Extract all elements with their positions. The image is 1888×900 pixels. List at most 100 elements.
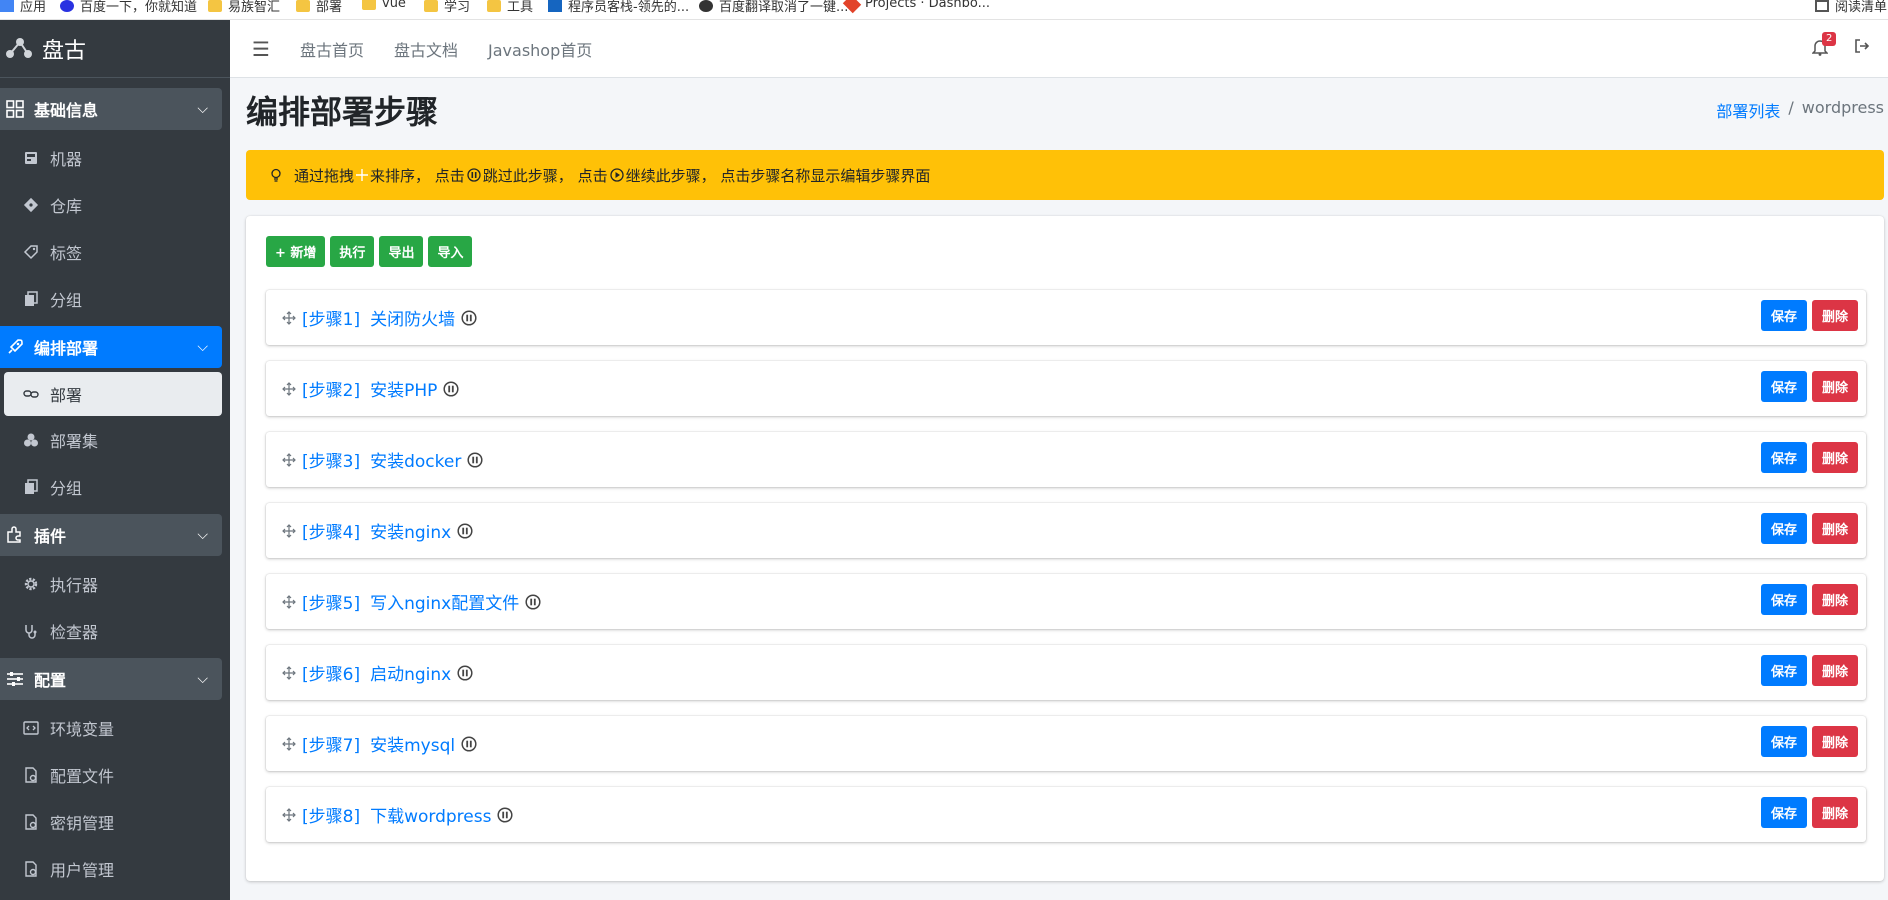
sidebar-item-checker[interactable]: 检查器 [0, 607, 230, 654]
delete-button[interactable]: 删除 [1811, 655, 1858, 686]
step-title-link[interactable]: [步骤8] 下载wordpress [302, 802, 491, 827]
logout-icon[interactable] [1854, 38, 1870, 58]
step-actions: 保存 删除 [1760, 371, 1858, 402]
nav-link-home[interactable]: 盘古首页 [300, 37, 364, 61]
pause-circle-icon[interactable] [497, 806, 514, 823]
delete-button[interactable]: 删除 [1811, 797, 1858, 828]
drag-handle-icon[interactable] [282, 594, 296, 609]
export-button[interactable]: 导出 [379, 236, 424, 267]
pause-circle-icon[interactable] [461, 735, 477, 752]
sidebar-item-label: 部署 [50, 386, 83, 405]
brand[interactable]: 盘古 [0, 20, 230, 78]
drag-handle-icon[interactable] [282, 523, 296, 538]
sidebar-item-executor[interactable]: 执行器 [0, 560, 230, 607]
step-title-link[interactable]: [步骤3] 安装docker [302, 447, 461, 472]
lightbulb-icon [268, 167, 284, 183]
step-actions: 保存 删除 [1760, 584, 1858, 615]
sidebar-item-repository[interactable]: 仓库 [0, 181, 230, 228]
sidebar-item-machines[interactable]: 机器 [0, 134, 230, 181]
save-button[interactable]: 保存 [1760, 726, 1807, 757]
step-name: 安装docker [370, 452, 462, 472]
drag-handle-icon[interactable] [282, 807, 296, 822]
pause-circle-icon[interactable] [525, 593, 541, 610]
sidebar-group-config[interactable]: 配置 ⌵ [0, 658, 222, 700]
save-button[interactable]: 保存 [1760, 655, 1807, 686]
steps-card: + 新增 执行 导出 导入 [步骤1] 关闭防火墙 保存 删除 [步骤2] 安装PH… [246, 216, 1884, 881]
bookmark-reading-list[interactable]: 阅读清单 [1815, 0, 1887, 15]
delete-button[interactable]: 删除 [1811, 513, 1858, 544]
tag-icon [22, 243, 40, 261]
step-title-link[interactable]: [步骤6] 启动nginx [302, 660, 451, 685]
bookmark-gitlab[interactable]: Projects · Dashbo... [842, 0, 990, 13]
bookmark-folder-4[interactable]: 学习 [424, 0, 470, 15]
puzzle-icon [6, 526, 24, 544]
nav-link-docs[interactable]: 盘古文档 [394, 37, 458, 61]
step-row: [步骤6] 启动nginx 保存 删除 [266, 645, 1866, 700]
run-button[interactable]: 执行 [330, 236, 375, 267]
sidebar-item-tags[interactable]: 标签 [0, 228, 230, 275]
pause-circle-icon[interactable] [461, 309, 477, 326]
git-icon [22, 196, 40, 214]
pause-circle-icon[interactable] [467, 451, 483, 468]
save-button[interactable]: 保存 [1760, 300, 1807, 331]
page-title: 编排部署步骤 [246, 93, 439, 131]
drag-handle-icon[interactable] [282, 665, 296, 680]
folder-icon [424, 0, 438, 12]
step-title-link[interactable]: [步骤7] 安装mysql [302, 731, 455, 756]
menu-toggle-icon[interactable]: ☰ [252, 37, 270, 61]
sidebar-item-deploy-set[interactable]: 部署集 [0, 416, 230, 463]
breadcrumb-separator: / [1788, 98, 1794, 117]
drag-handle-icon[interactable] [282, 736, 296, 751]
sidebar-item-users[interactable]: 用户管理 [0, 845, 230, 892]
bookmark-github[interactable]: 百度翻译取消了一键... [699, 0, 848, 15]
sidebar-item-secrets[interactable]: 密钥管理 [0, 798, 230, 845]
bookmark-proginn[interactable]: 程序员客栈-领先的... [548, 0, 689, 15]
pause-circle-icon[interactable] [457, 664, 473, 681]
bookmark-folder-2[interactable]: 部署 [296, 0, 342, 15]
sidebar-item-env-vars[interactable]: 环境变量 [0, 704, 230, 751]
delete-button[interactable]: 删除 [1811, 371, 1858, 402]
delete-button[interactable]: 删除 [1811, 442, 1858, 473]
sidebar-item-config-files[interactable]: 配置文件 [0, 751, 230, 798]
save-button[interactable]: 保存 [1760, 442, 1807, 473]
sidebar-item-deploy[interactable]: 部署 [4, 372, 222, 416]
delete-button[interactable]: 删除 [1811, 584, 1858, 615]
step-title-link[interactable]: [步骤4] 安装nginx [302, 518, 451, 543]
folder-icon [362, 0, 376, 10]
bookmark-folder-3[interactable]: vue [362, 0, 406, 11]
bookmark-icon [548, 0, 562, 12]
notification-badge: 2 [1822, 32, 1837, 46]
drag-handle-icon[interactable] [282, 310, 296, 325]
bookmark-apps[interactable]: 应用 [0, 0, 46, 15]
step-row: [步骤4] 安装nginx 保存 删除 [266, 503, 1866, 558]
add-step-button[interactable]: + 新增 [266, 236, 326, 267]
step-title-link[interactable]: [步骤1] 关闭防火墙 [302, 305, 455, 330]
nav-link-javashop[interactable]: Javashop首页 [488, 37, 592, 61]
notifications-button[interactable]: 2 [1811, 32, 1837, 58]
pause-circle-icon[interactable] [443, 380, 459, 397]
sidebar-group-basic-info[interactable]: 基础信息 ⌵ [0, 88, 222, 130]
import-button[interactable]: 导入 [428, 236, 473, 267]
step-actions: 保存 删除 [1760, 513, 1858, 544]
save-button[interactable]: 保存 [1760, 513, 1807, 544]
cubes-icon [22, 431, 40, 449]
delete-button[interactable]: 删除 [1811, 726, 1858, 757]
bookmark-folder-1[interactable]: 易族智汇 [208, 0, 280, 15]
sidebar-group-orchestration[interactable]: 编排部署 ⌵ [0, 326, 222, 368]
drag-handle-icon[interactable] [282, 452, 296, 467]
save-button[interactable]: 保存 [1760, 371, 1807, 402]
save-button[interactable]: 保存 [1760, 584, 1807, 615]
sidebar-group-plugins[interactable]: 插件 ⌵ [0, 514, 222, 556]
drag-handle-icon[interactable] [282, 381, 296, 396]
step-title-link[interactable]: [步骤5] 写入nginx配置文件 [302, 589, 519, 614]
sidebar-item-groups[interactable]: 分组 [0, 275, 230, 322]
sidebar-item-deploy-groups[interactable]: 分组 [0, 463, 230, 510]
logo-icon [6, 37, 32, 58]
breadcrumb-link-deploy-list[interactable]: 部署列表 [1716, 98, 1780, 122]
delete-button[interactable]: 删除 [1811, 300, 1858, 331]
save-button[interactable]: 保存 [1760, 797, 1807, 828]
bookmark-folder-5[interactable]: 工具 [487, 0, 533, 15]
step-title-link[interactable]: [步骤2] 安装PHP [302, 376, 437, 401]
pause-circle-icon[interactable] [457, 522, 473, 539]
bookmark-baidu[interactable]: 百度一下，你就知道 [60, 0, 197, 15]
